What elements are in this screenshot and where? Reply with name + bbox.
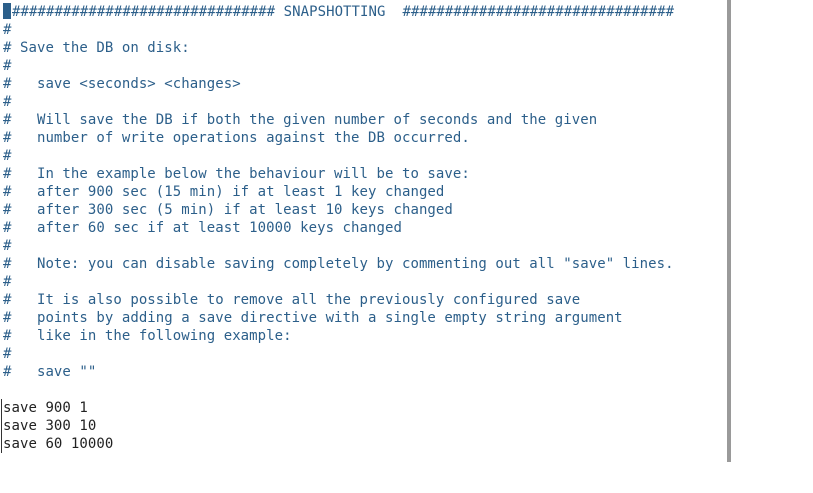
comment-line: # [3, 238, 12, 254]
comment-line: # [3, 148, 12, 164]
comment-line: # number of write operations against the… [3, 130, 470, 146]
comment-line: # points by adding a save directive with… [3, 310, 623, 326]
comment-line: # [3, 22, 12, 38]
comment-line: # [3, 58, 12, 74]
text-editor[interactable]: ############################### SNAPSHOT… [0, 0, 728, 462]
text-cursor [3, 3, 11, 19]
first-line-text: ############################### SNAPSHOT… [12, 4, 675, 20]
comment-line: # after 300 sec (5 min) if at least 10 k… [3, 202, 453, 218]
comment-line: # It is also possible to remove all the … [3, 292, 581, 308]
comment-line: # Note: you can disable saving completel… [3, 256, 674, 272]
comment-line: # [3, 346, 12, 362]
comment-line: # Save the DB on disk: [3, 40, 190, 56]
config-line: save 900 1 [3, 400, 88, 416]
comment-line: # [3, 274, 12, 290]
comment-line: # Will save the DB if both the given num… [3, 112, 598, 128]
comment-line: # save "" [3, 364, 97, 380]
config-line: save 60 10000 [3, 436, 114, 452]
comment-line: # In the example below the behaviour wil… [3, 166, 470, 182]
comment-line: # [3, 94, 12, 110]
comment-line: # after 900 sec (15 min) if at least 1 k… [3, 184, 445, 200]
comment-line: ############################### SNAPSHOT… [3, 3, 674, 21]
comment-line: # like in the following example: [3, 328, 292, 344]
comment-line: # save <seconds> <changes> [3, 76, 241, 92]
line-caret [1, 399, 2, 417]
line-caret [1, 417, 2, 435]
vertical-scrollbar[interactable] [727, 0, 731, 462]
comment-line: # after 60 sec if at least 10000 keys ch… [3, 220, 402, 236]
line-caret [1, 435, 2, 453]
config-line: save 300 10 [3, 418, 97, 434]
